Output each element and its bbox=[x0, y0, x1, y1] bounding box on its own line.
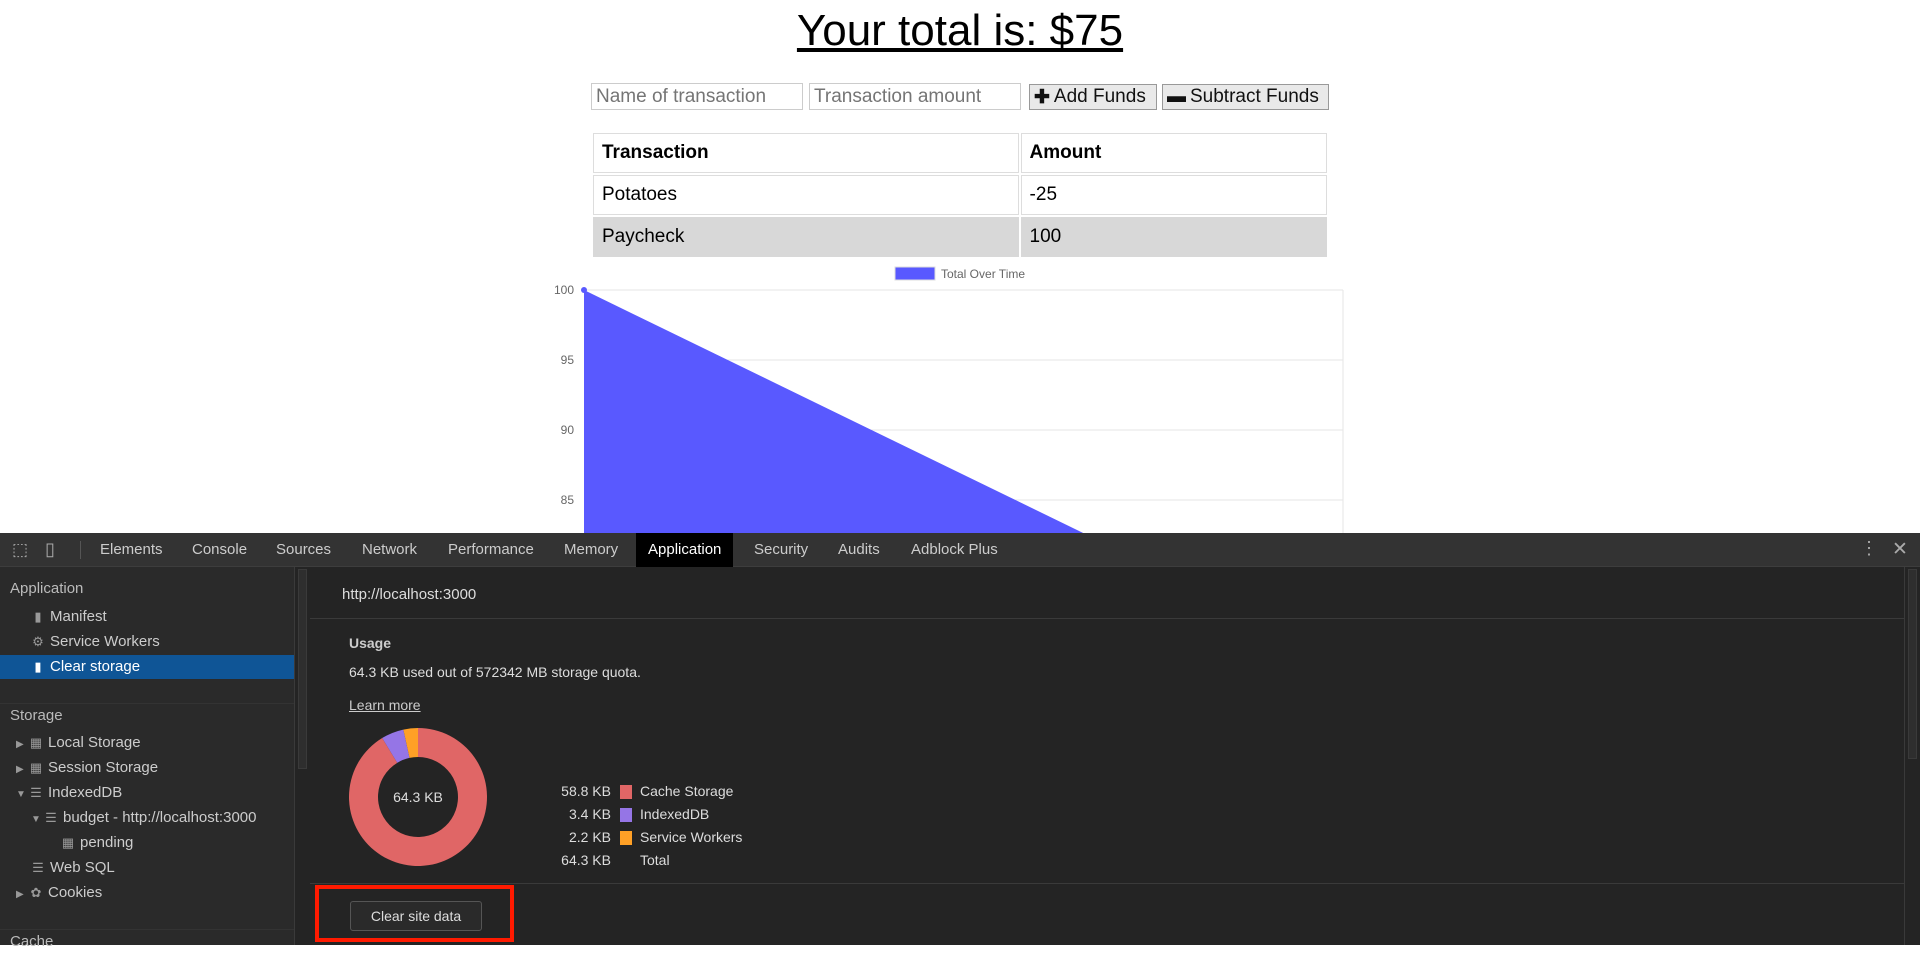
expand-arrow-icon[interactable]: ▶ bbox=[16, 733, 28, 757]
cookie-icon: ✿ bbox=[30, 885, 42, 900]
collapse-arrow-icon[interactable]: ▼ bbox=[31, 808, 43, 832]
table-row: Potatoes -25 bbox=[593, 175, 1327, 215]
expand-arrow-icon[interactable]: ▶ bbox=[16, 758, 28, 782]
sidebar-item-manifest[interactable]: ▮ Manifest bbox=[0, 605, 294, 629]
devtools-tabbar: ⬚ ▯ Elements Console Sources Network Perform… bbox=[0, 533, 1920, 567]
devtools-panel: ⬚ ▯ Elements Console Sources Network Perform… bbox=[0, 533, 1920, 950]
y-tick-label: 95 bbox=[561, 353, 575, 367]
more-options-icon[interactable]: ⋮ bbox=[1860, 538, 1878, 559]
grid-icon: ▦ bbox=[61, 835, 75, 850]
database-icon: ☰ bbox=[45, 810, 57, 825]
area-series-total-over-time bbox=[584, 290, 1084, 533]
legend-label: IndexedDB bbox=[640, 806, 710, 822]
donut-center-label: 64.3 KB bbox=[393, 789, 443, 805]
total-over-time-chart: Total Over Time 100 95 90 85 bbox=[554, 266, 1344, 533]
learn-more-link[interactable]: Learn more bbox=[349, 697, 421, 713]
total-heading: Your total is: $75 bbox=[796, 6, 1124, 55]
cell-transaction: Paycheck bbox=[593, 217, 1019, 257]
sidebar-item-local-storage[interactable]: ▶ ▦ Local Storage bbox=[0, 731, 294, 755]
sidebar-item-cookies[interactable]: ▶ ✿ Cookies bbox=[0, 881, 294, 905]
legend-swatch bbox=[894, 266, 936, 281]
header-amount: Amount bbox=[1020, 133, 1327, 173]
section-cache: Cache bbox=[0, 929, 294, 953]
file-icon: ▮ bbox=[34, 609, 42, 624]
plus-icon: ✚ bbox=[1034, 86, 1050, 108]
grid-icon: ▦ bbox=[29, 760, 43, 775]
subtract-funds-button[interactable]: ▬ Subtract Funds bbox=[1162, 84, 1329, 110]
legend-label: Service Workers bbox=[640, 829, 743, 845]
collapse-arrow-icon[interactable]: ▼ bbox=[16, 783, 28, 807]
grid-icon: ▦ bbox=[29, 735, 43, 750]
expand-arrow-icon[interactable]: ▶ bbox=[16, 883, 28, 907]
add-funds-button[interactable]: ✚ Add Funds bbox=[1029, 84, 1157, 110]
transaction-amount-input[interactable] bbox=[809, 83, 1021, 110]
usage-title: Usage bbox=[349, 635, 392, 651]
section-storage: Storage bbox=[0, 703, 294, 727]
sidebar-item-web-sql[interactable]: ☰ Web SQL bbox=[0, 856, 294, 880]
legend-value: 58.8 KB bbox=[561, 783, 611, 799]
legend-label: Total bbox=[640, 852, 670, 868]
legend-swatch bbox=[620, 831, 632, 845]
legend-swatch bbox=[620, 785, 632, 799]
sidebar-item-budget-db[interactable]: ▼ ☰ budget - http://localhost:3000 bbox=[0, 806, 294, 830]
data-point bbox=[581, 287, 587, 293]
transaction-name-input[interactable] bbox=[591, 83, 803, 110]
tab-application[interactable]: Application bbox=[636, 533, 734, 567]
legend-swatch bbox=[620, 808, 632, 822]
usage-text: 64.3 KB used out of 572342 MB storage qu… bbox=[349, 664, 641, 680]
y-tick-label: 85 bbox=[561, 493, 575, 507]
tab-memory[interactable]: Memory bbox=[552, 533, 630, 567]
sidebar-item-session-storage[interactable]: ▶ ▦ Session Storage bbox=[0, 756, 294, 780]
legend-label: Cache Storage bbox=[640, 783, 734, 799]
highlight-box bbox=[315, 885, 514, 942]
legend-value: 64.3 KB bbox=[561, 852, 611, 868]
sidebar-scrollbar[interactable] bbox=[294, 567, 310, 945]
cell-amount: 100 bbox=[1020, 217, 1327, 257]
tab-security[interactable]: Security bbox=[742, 533, 820, 567]
tab-performance[interactable]: Performance bbox=[436, 533, 546, 567]
transactions-table: Transaction Amount Potatoes -25 Paycheck 10… bbox=[591, 131, 1329, 259]
device-toolbar-icon[interactable]: ▯ bbox=[45, 539, 55, 560]
legend-label: Total Over Time bbox=[941, 267, 1025, 281]
tab-elements[interactable]: Elements bbox=[88, 533, 175, 567]
tab-console[interactable]: Console bbox=[180, 533, 259, 567]
inspect-element-icon[interactable]: ⬚ bbox=[12, 540, 28, 560]
sidebar-item-indexeddb[interactable]: ▼ ☰ IndexedDB bbox=[0, 781, 294, 805]
trash-icon: ▮ bbox=[34, 659, 42, 674]
database-icon: ☰ bbox=[32, 860, 44, 875]
legend-value: 3.4 KB bbox=[568, 806, 611, 822]
sidebar-item-service-workers[interactable]: ⚙ Service Workers bbox=[0, 630, 294, 654]
main-scrollbar[interactable] bbox=[1904, 567, 1920, 945]
header-transaction: Transaction bbox=[593, 133, 1019, 173]
y-tick-label: 100 bbox=[554, 283, 574, 297]
sidebar-item-clear-storage[interactable]: ▮ Clear storage bbox=[0, 655, 294, 679]
origin-url: http://localhost:3000 bbox=[342, 586, 477, 603]
tab-audits[interactable]: Audits bbox=[826, 533, 892, 567]
section-application: Application bbox=[10, 580, 84, 597]
minus-icon: ▬ bbox=[1167, 86, 1186, 107]
tab-adblock-plus[interactable]: Adblock Plus bbox=[899, 533, 1010, 567]
sidebar-item-pending[interactable]: ▦ pending bbox=[0, 831, 294, 855]
cell-transaction: Potatoes bbox=[593, 175, 1019, 215]
cell-amount: -25 bbox=[1020, 175, 1327, 215]
application-sidebar: Application ▮ Manifest ⚙ Service Workers ▮… bbox=[0, 567, 294, 950]
usage-donut-chart: 64.3 KB bbox=[349, 728, 487, 866]
database-icon: ☰ bbox=[30, 785, 42, 800]
legend-value: 2.2 KB bbox=[568, 829, 611, 845]
y-tick-label: 90 bbox=[561, 423, 575, 437]
clear-storage-view: http://localhost:3000 Usage 64.3 KB used… bbox=[310, 567, 1904, 945]
gear-icon: ⚙ bbox=[32, 634, 44, 649]
tab-sources[interactable]: Sources bbox=[264, 533, 343, 567]
close-icon[interactable]: ✕ bbox=[1892, 538, 1908, 561]
table-row: Paycheck 100 bbox=[593, 217, 1327, 257]
tab-network[interactable]: Network bbox=[350, 533, 429, 567]
